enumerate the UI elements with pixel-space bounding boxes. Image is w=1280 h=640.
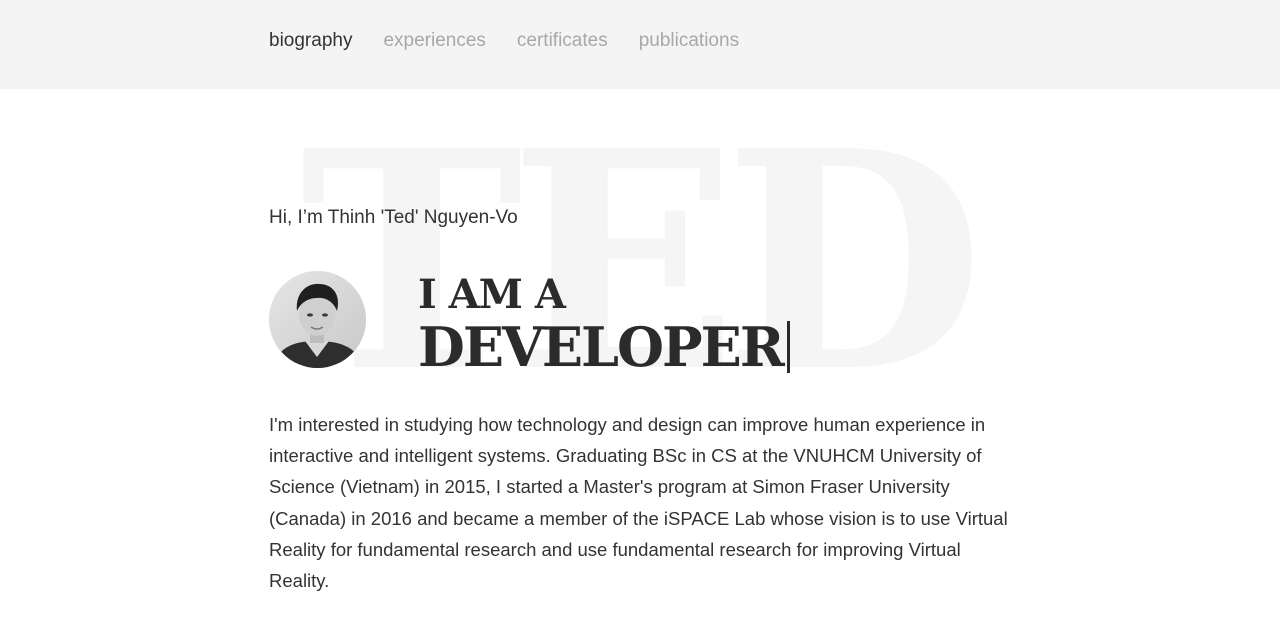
avatar <box>269 271 366 368</box>
biography-paragraph: I'm interested in studying how technolog… <box>269 414 1008 592</box>
headline-role-text: DEVELOPER <box>418 315 785 379</box>
headline: I AM A DEVELOPER <box>418 272 790 376</box>
headline-line-1: I AM A <box>418 271 566 318</box>
main-content: Hi, I’m Thinh 'Ted' Nguyen-Vo I AM A DEV… <box>0 0 1280 640</box>
profile-photo-icon <box>269 271 366 368</box>
headline-line-2-wrapper: DEVELOPER <box>418 318 790 376</box>
typing-cursor <box>786 321 790 373</box>
greeting-text: Hi, I’m Thinh 'Ted' Nguyen-Vo <box>269 207 518 228</box>
